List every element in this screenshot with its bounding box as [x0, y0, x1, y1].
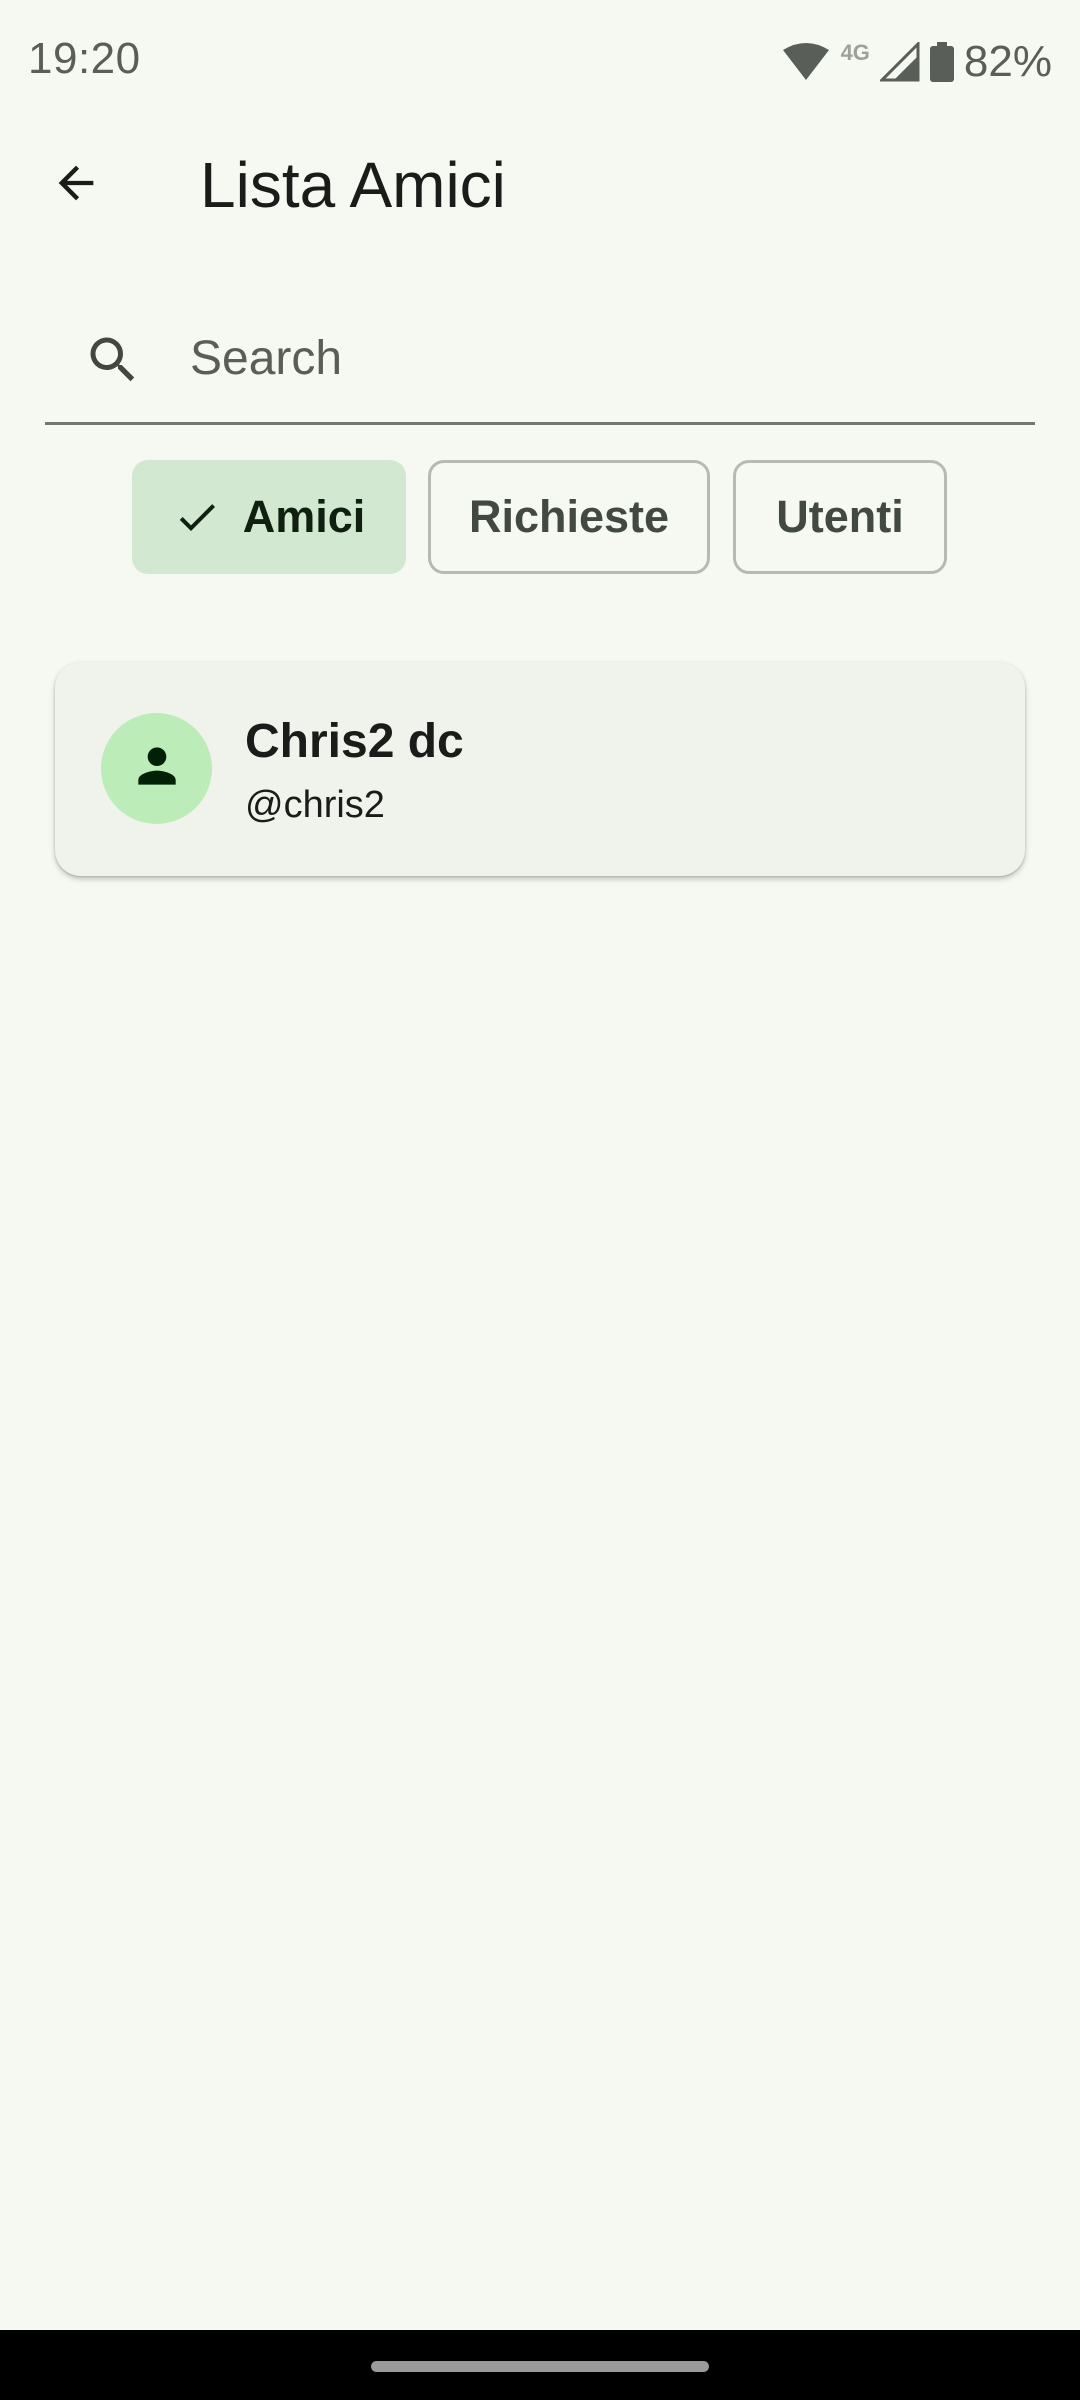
- friend-name: Chris2 dc: [245, 715, 464, 768]
- person-icon: [129, 738, 185, 799]
- chip-utenti[interactable]: Utenti: [733, 460, 947, 574]
- battery-percentage: 82%: [963, 37, 1052, 86]
- back-button[interactable]: [28, 145, 124, 225]
- chip-richieste[interactable]: Richieste: [428, 460, 710, 574]
- home-indicator[interactable]: [371, 2361, 709, 2372]
- friend-card[interactable]: Chris2 dc @chris2: [55, 662, 1025, 876]
- battery-icon: [929, 42, 954, 82]
- app-bar: Lista Amici: [0, 125, 1080, 240]
- status-bar: 19:20 4G 82%: [0, 0, 1080, 125]
- network-type-label: 4G: [840, 40, 870, 65]
- search-input[interactable]: [190, 318, 1010, 398]
- search-icon: [83, 330, 143, 390]
- signal-icon: [879, 42, 920, 82]
- search-bar[interactable]: [45, 300, 1035, 425]
- status-icons: 4G 82%: [781, 34, 1052, 90]
- avatar: [101, 713, 212, 824]
- arrow-back-icon: [50, 157, 102, 214]
- status-time: 19:20: [28, 34, 141, 83]
- filter-chips: Amici Richieste Utenti: [0, 460, 1080, 575]
- chip-label: Utenti: [776, 491, 904, 542]
- check-icon: [173, 493, 221, 541]
- friend-username: @chris2: [245, 784, 385, 826]
- chip-amici[interactable]: Amici: [132, 460, 406, 574]
- navigation-bar: [0, 2330, 1080, 2400]
- chip-label: Richieste: [468, 491, 670, 542]
- wifi-icon: [781, 42, 831, 82]
- page-title: Lista Amici: [200, 149, 506, 221]
- chip-label: Amici: [242, 491, 366, 542]
